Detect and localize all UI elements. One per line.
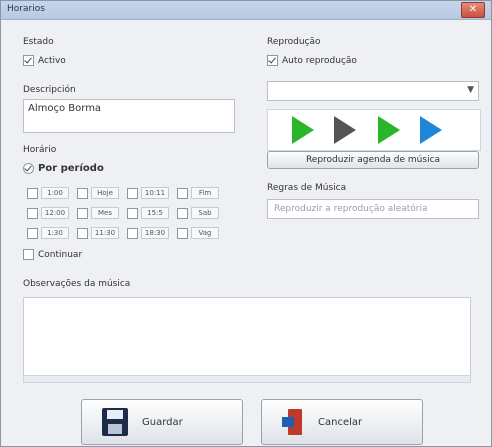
observations-label: Observações da música xyxy=(23,279,131,289)
description-value: Almoço Borma xyxy=(28,103,102,114)
auto-play-check-box[interactable] xyxy=(267,55,278,66)
grid-cell[interactable]: Sab xyxy=(177,207,219,219)
station-group-label: Reprodução xyxy=(267,37,321,47)
grid-check[interactable] xyxy=(177,187,188,199)
grid-cell[interactable]: Vag xyxy=(177,227,219,239)
grid-value: 11:30 xyxy=(91,227,119,239)
save-button[interactable]: Guardar xyxy=(81,399,243,445)
exit-door-icon xyxy=(282,407,304,437)
music-rules-label: Regras de Música xyxy=(267,183,347,193)
play-green-icon[interactable] xyxy=(292,116,314,144)
grid-cell[interactable]: Mes xyxy=(77,207,119,219)
grid-value: Sab xyxy=(191,207,219,219)
grid-value: Vag xyxy=(191,227,219,239)
description-label: Descripción xyxy=(23,85,76,95)
chevron-down-icon[interactable]: ▼ xyxy=(467,85,474,95)
grid-value: 1:00 xyxy=(41,187,69,199)
grid-check[interactable] xyxy=(77,187,88,199)
grid-cell[interactable]: 18:30 xyxy=(127,227,169,239)
play-select[interactable]: ▼ xyxy=(267,81,479,101)
grid-check[interactable] xyxy=(27,187,38,199)
grid-cell[interactable]: 15:5 xyxy=(127,207,169,219)
grid-cell[interactable]: 1:00 xyxy=(27,187,69,199)
auto-play-label: Auto reprodução xyxy=(282,55,357,66)
grid-value: Mes xyxy=(91,207,119,219)
grid-check[interactable] xyxy=(127,207,138,219)
grid-cell[interactable]: 10:11 xyxy=(127,187,169,199)
auto-play-checkbox[interactable]: Auto reprodução xyxy=(267,55,357,66)
grid-value: Hoje xyxy=(91,187,119,199)
grid-cell[interactable]: 12:00 xyxy=(27,207,69,219)
grid-check[interactable] xyxy=(127,227,138,239)
exit-button[interactable]: Cancelar xyxy=(261,399,423,445)
floppy-disk-icon xyxy=(102,408,128,436)
per-hour-radio-button[interactable] xyxy=(23,163,34,174)
times-label: Horário xyxy=(23,145,57,155)
grid-value: 12:00 xyxy=(41,207,69,219)
per-hour-radio[interactable]: Por período xyxy=(23,163,104,174)
grid-check[interactable] xyxy=(27,207,38,219)
grid-cell[interactable]: 1:30 xyxy=(27,227,69,239)
play-schedule-button[interactable]: Reproduzir agenda de música xyxy=(267,151,479,169)
grid-value: 10:11 xyxy=(141,187,169,199)
continue-checkbox[interactable]: Continuar xyxy=(23,249,82,260)
schedule-dialog: Horarios ✕ Estado Activo Descripción Alm… xyxy=(0,0,492,447)
save-button-label: Guardar xyxy=(142,416,183,428)
grid-value: 1:30 xyxy=(41,227,69,239)
grid-check[interactable] xyxy=(77,227,88,239)
grid-cell[interactable]: Hoje xyxy=(77,187,119,199)
playback-controls xyxy=(267,109,481,151)
exit-button-label: Cancelar xyxy=(318,416,363,428)
observations-textarea[interactable] xyxy=(23,297,471,377)
active-label: Activo xyxy=(38,55,66,66)
grid-check[interactable] xyxy=(27,227,38,239)
grid-value: 18:30 xyxy=(141,227,169,239)
grid-check[interactable] xyxy=(177,207,188,219)
title-bar: Horarios ✕ xyxy=(1,1,491,20)
status-group-label: Estado xyxy=(23,37,54,47)
music-rules-field[interactable]: Reproduzir a reprodução aleatória xyxy=(267,199,479,219)
music-rules-value: Reproduzir a reprodução aleatória xyxy=(274,204,428,214)
active-checkbox[interactable]: Activo xyxy=(23,55,66,66)
play-gray-icon[interactable] xyxy=(334,116,356,144)
grid-check[interactable] xyxy=(127,187,138,199)
close-icon[interactable]: ✕ xyxy=(461,2,485,18)
grid-cell[interactable]: Fim xyxy=(177,187,219,199)
grid-check[interactable] xyxy=(77,207,88,219)
grid-check[interactable] xyxy=(177,227,188,239)
horizontal-scrollbar[interactable] xyxy=(23,375,471,383)
grid-value: Fim xyxy=(191,187,219,199)
play-blue-icon[interactable] xyxy=(420,116,442,144)
continue-check-box[interactable] xyxy=(23,249,34,260)
grid-cell[interactable]: 11:30 xyxy=(77,227,119,239)
grid-value: 15:5 xyxy=(141,207,169,219)
play-green-icon-2[interactable] xyxy=(378,116,400,144)
continue-label: Continuar xyxy=(38,249,83,260)
window-title: Horarios xyxy=(7,4,45,14)
active-check-box[interactable] xyxy=(23,55,34,66)
per-hour-label: Por período xyxy=(38,163,104,174)
description-field[interactable]: Almoço Borma xyxy=(23,99,235,133)
